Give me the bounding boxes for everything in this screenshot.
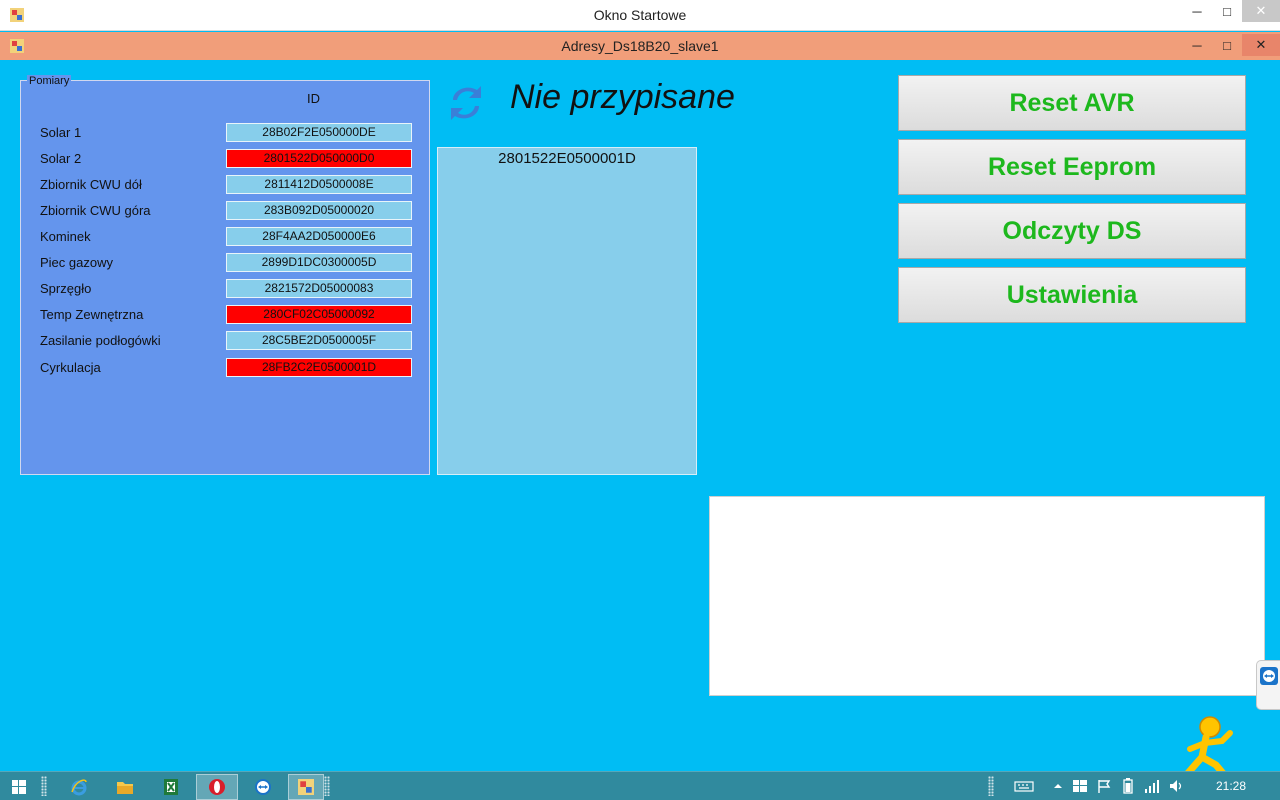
sensor-row: Zbiornik CWU góra 283B092D05000020 <box>21 201 431 221</box>
taskbar-clock[interactable]: 21:28 <box>1216 779 1246 793</box>
taskbar-grip <box>324 776 330 796</box>
sensor-id-field[interactable]: 2899D1DC0300005D <box>226 253 412 272</box>
show-hidden-icons-icon[interactable] <box>1050 778 1066 794</box>
list-item[interactable]: 2801522E0500001D <box>438 150 696 167</box>
outer-window-title: Okno Startowe <box>593 7 687 23</box>
inner-titlebar: Adresy_Ds18B20_slave1 ─ □ ✕ <box>0 32 1280 60</box>
taskbar: 21:28 <box>0 771 1280 800</box>
sensor-label: Zbiornik CWU dół <box>40 177 142 192</box>
sensor-row: Solar 2 2801522D050000D0 <box>21 149 431 169</box>
sensor-id-field[interactable]: 28C5BE2D0500005F <box>226 331 412 350</box>
taskbar-internet-explorer[interactable] <box>62 774 96 800</box>
odczyty-ds-button[interactable]: Odczyty DS <box>898 203 1246 259</box>
sensor-id-field[interactable]: 2821572D05000083 <box>226 279 412 298</box>
pomiary-groupbox: Pomiary ID Solar 1 28B02F2E050000DE Sola… <box>20 75 431 475</box>
action-center-flag-icon[interactable] <box>1096 778 1112 794</box>
sensor-row: Cyrkulacja 28FB2C2E0500001D <box>21 358 431 378</box>
inner-window-title: Adresy_Ds18B20_slave1 <box>561 38 719 54</box>
sensor-row: Kominek 28F4AA2D050000E6 <box>21 227 431 247</box>
sensor-id-field[interactable]: 28F4AA2D050000E6 <box>226 227 412 246</box>
teamviewer-icon <box>1260 667 1278 685</box>
volume-icon[interactable] <box>1168 778 1184 794</box>
id-column-header: ID <box>307 91 320 106</box>
sensor-row: Sprzęgło 2821572D05000083 <box>21 279 431 299</box>
teamviewer-side-tab[interactable] <box>1256 660 1280 710</box>
child-minimize-button[interactable]: ─ <box>1182 34 1212 56</box>
minimize-button[interactable]: ─ <box>1182 0 1212 22</box>
teamviewer-taskbar-icon <box>255 779 271 795</box>
sensor-id-field[interactable]: 283B092D05000020 <box>226 201 412 220</box>
sensor-label: Zbiornik CWU góra <box>40 203 151 218</box>
maximize-button[interactable]: □ <box>1212 0 1242 22</box>
taskbar-okno-startowe[interactable] <box>288 774 324 800</box>
sensor-id-field[interactable]: 2811412D0500008E <box>226 175 412 194</box>
refresh-icon[interactable] <box>447 80 485 126</box>
taskbar-file-explorer[interactable] <box>108 774 142 800</box>
sensor-id-field[interactable]: 2801522D050000D0 <box>226 149 412 168</box>
tray-grip <box>988 776 994 796</box>
excel-icon <box>164 779 178 795</box>
sensor-row: Zasilanie podłogówki 28C5BE2D0500005F <box>21 331 431 351</box>
close-button[interactable]: ✕ <box>1242 0 1280 22</box>
windows-logo-icon <box>12 780 26 794</box>
sensor-label: Zasilanie podłogówki <box>40 333 161 348</box>
sensor-label: Sprzęgło <box>40 281 92 296</box>
log-textbox[interactable] <box>709 496 1265 696</box>
sensor-row: Zbiornik CWU dół 2811412D0500008E <box>21 175 431 195</box>
opera-icon <box>209 779 225 795</box>
outer-caption-buttons: ─ □ ✕ <box>1182 0 1280 22</box>
internet-explorer-icon <box>71 779 87 796</box>
inner-caption-buttons: ─ □ ✕ <box>1182 34 1280 56</box>
outer-titlebar: Okno Startowe ─ □ ✕ <box>0 0 1280 31</box>
assignment-status: Nie przypisane <box>510 78 735 116</box>
keyboard-icon[interactable] <box>1014 778 1034 794</box>
reset-avr-button[interactable]: Reset AVR <box>898 75 1246 131</box>
sensor-row: Temp Zewnętrzna 280CF02C05000092 <box>21 305 431 325</box>
child-close-button[interactable]: ✕ <box>1242 34 1280 56</box>
taskbar-grip <box>41 776 47 796</box>
sensor-id-field[interactable]: 28FB2C2E0500001D <box>226 358 412 377</box>
app-taskbar-icon <box>298 779 314 795</box>
sensor-id-field[interactable]: 28B02F2E050000DE <box>226 123 412 142</box>
unassigned-listbox[interactable]: 2801522E0500001D <box>437 147 697 475</box>
sensor-label: Piec gazowy <box>40 255 113 270</box>
start-button[interactable] <box>8 774 30 800</box>
sensor-label: Temp Zewnętrzna <box>40 307 144 322</box>
reset-eeprom-button[interactable]: Reset Eeprom <box>898 139 1246 195</box>
windows-flag-icon[interactable] <box>1072 778 1088 794</box>
sensor-row: Piec gazowy 2899D1DC0300005D <box>21 253 431 273</box>
battery-icon[interactable] <box>1120 778 1136 794</box>
sensor-id-field[interactable]: 280CF02C05000092 <box>226 305 412 324</box>
taskbar-excel[interactable] <box>154 774 188 800</box>
sensor-label: Kominek <box>40 229 91 244</box>
taskbar-teamviewer[interactable] <box>246 774 280 800</box>
network-signal-icon[interactable] <box>1144 778 1160 794</box>
child-maximize-button[interactable]: □ <box>1212 34 1242 56</box>
groupbox-legend: Pomiary <box>27 75 72 87</box>
sensor-label: Cyrkulacja <box>40 360 101 375</box>
taskbar-opera[interactable] <box>196 774 238 800</box>
folder-icon <box>117 782 133 794</box>
sensor-label: Solar 1 <box>40 125 82 140</box>
sensor-label: Solar 2 <box>40 151 82 166</box>
sensor-row: Solar 1 28B02F2E050000DE <box>21 123 431 143</box>
ustawienia-button[interactable]: Ustawienia <box>898 267 1246 323</box>
